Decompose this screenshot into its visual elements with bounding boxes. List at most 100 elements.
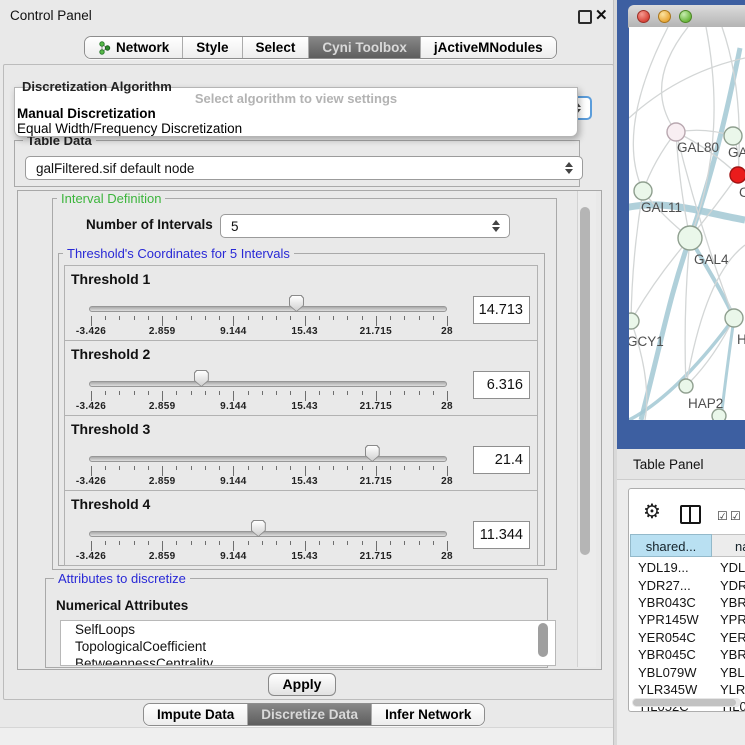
slider-tick	[233, 466, 234, 476]
cell-shared-name[interactable]: YER054C	[630, 630, 712, 645]
slider-tick	[433, 316, 434, 320]
threshold-label: Threshold 1	[71, 271, 150, 287]
slider-tick	[376, 466, 377, 476]
slider-tick-label: -3.426	[76, 401, 106, 412]
minimize-icon[interactable]	[658, 10, 671, 23]
network-node-gcy1[interactable]	[629, 313, 639, 329]
threshold-value-field[interactable]: 21.4	[473, 446, 530, 474]
threshold-value-field[interactable]: 6.316	[473, 371, 530, 399]
apply-button[interactable]: Apply	[268, 673, 336, 696]
slider-track[interactable]	[89, 531, 447, 537]
dropdown-option-equal-width-frequency[interactable]: Equal Width/Frequency Discretization	[15, 121, 577, 136]
tab-impute-data[interactable]: Impute Data	[144, 704, 247, 725]
vertical-scrollbar-thumb[interactable]	[580, 207, 590, 555]
tab-discretize-data[interactable]: Discretize Data	[247, 704, 371, 725]
cell-shared-name[interactable]: YBL079W	[630, 665, 712, 680]
network-node-label: GAL11	[641, 200, 682, 215]
attribute-list-item[interactable]: TopologicalCoefficient	[61, 638, 555, 655]
attributes-scrollbar-thumb[interactable]	[538, 623, 548, 657]
checkbox-icon[interactable]: ☑	[717, 509, 728, 523]
restore-icon[interactable]	[578, 10, 592, 24]
column-header-name[interactable]: name	[712, 534, 745, 557]
network-node-gal11[interactable]	[634, 182, 652, 200]
slider-tick	[91, 316, 92, 326]
cell-name[interactable]: YER054	[712, 630, 745, 645]
slider-tick	[105, 316, 106, 320]
cell-shared-name[interactable]: YBR043C	[630, 595, 712, 610]
close-icon[interactable]	[637, 10, 650, 23]
tab-cyni-toolbox[interactable]: Cyni Toolbox	[308, 37, 420, 58]
horizontal-scrollbar-thumb[interactable]	[633, 699, 736, 706]
cell-name[interactable]: YBR043	[712, 595, 745, 610]
network-node-node-red[interactable]	[730, 167, 745, 183]
attribute-list-item[interactable]: BetweennessCentrality	[61, 655, 555, 666]
cell-name[interactable]: YDR27	[712, 578, 745, 593]
num-intervals-combobox[interactable]: 5	[220, 214, 510, 238]
cell-name[interactable]: YDL19	[712, 560, 745, 575]
cell-shared-name[interactable]: YBR045C	[630, 647, 712, 662]
cell-name[interactable]: YLR345	[712, 682, 745, 697]
network-node-gal80[interactable]	[667, 123, 685, 141]
tab-infer-network[interactable]: Infer Network	[371, 704, 484, 725]
network-node-hap2[interactable]	[679, 379, 693, 393]
table-row[interactable]: YDR27...YDR27	[630, 576, 745, 593]
cell-shared-name[interactable]: YPR145W	[630, 612, 712, 627]
slider-tick-label: -3.426	[76, 551, 106, 562]
network-node-label: GA	[728, 145, 745, 160]
slider-tick	[162, 391, 163, 401]
gear-icon[interactable]: ⚙	[643, 499, 661, 524]
tab-jactivemnodules[interactable]: jActiveMNodules	[420, 37, 556, 58]
slider-tick	[276, 466, 277, 470]
table-row[interactable]: YDL19...YDL19	[630, 559, 745, 576]
cell-shared-name[interactable]: YDL19...	[630, 560, 712, 575]
dropdown-option-manual-discretization[interactable]: Manual Discretization	[15, 106, 577, 121]
slider-tick	[447, 541, 448, 551]
slider-tick	[119, 541, 120, 545]
network-canvas[interactable]: GAL80GACGAL11GAL4GCY1HHAP2	[629, 27, 745, 420]
network-node-h[interactable]	[725, 309, 743, 327]
table-row[interactable]: YBL079WYBL079	[630, 663, 745, 680]
slider-tick	[219, 316, 220, 320]
slider-track[interactable]	[89, 456, 447, 462]
network-node-gal4[interactable]	[678, 226, 702, 250]
table-row[interactable]: YER054CYER054	[630, 629, 745, 646]
panel-title: Control Panel	[10, 8, 92, 23]
slider-tick	[305, 541, 306, 551]
close-icon[interactable]: ✕	[595, 6, 608, 24]
tab-style[interactable]: Style	[182, 37, 241, 58]
slider-tick	[447, 316, 448, 326]
network-node-node-top-right[interactable]	[724, 127, 742, 145]
slider-tick	[404, 316, 405, 320]
cell-name[interactable]: YPR145	[712, 612, 745, 627]
table-row[interactable]: YBR045CYBR045	[630, 646, 745, 663]
tab-select[interactable]: Select	[242, 37, 309, 58]
horizontal-scrollbar[interactable]	[632, 698, 741, 707]
columns-icon[interactable]	[680, 505, 701, 524]
table-data-combobox[interactable]: galFiltered.sif default node	[25, 156, 583, 180]
column-header-shared-name[interactable]: shared...	[630, 534, 712, 557]
threshold-value-field[interactable]: 14.713	[473, 296, 530, 324]
slider-tick	[205, 391, 206, 395]
threshold-value-field[interactable]: 11.344	[473, 521, 530, 549]
slider-tick	[233, 391, 234, 401]
threshold-row: Threshold 3-3.4262.8599.14415.4321.71528…	[64, 415, 538, 491]
cell-shared-name[interactable]: YDR27...	[630, 578, 712, 593]
checkbox-icon[interactable]: ☑	[730, 509, 741, 523]
network-window-titlebar[interactable]	[628, 5, 745, 28]
cell-name[interactable]: YBR045	[712, 647, 745, 662]
slider-tick	[262, 391, 263, 395]
cell-shared-name[interactable]: YLR345W	[630, 682, 712, 697]
threshold-row: Threshold 1-3.4262.8599.14415.4321.71528…	[64, 265, 538, 341]
table-row[interactable]: YPR145WYPR145	[630, 611, 745, 628]
slider-tick	[105, 466, 106, 470]
attribute-list-item[interactable]: SelfLoops	[61, 621, 555, 638]
slider-track[interactable]	[89, 381, 447, 387]
zoom-icon[interactable]	[679, 10, 692, 23]
slider-tick-label: 9.144	[220, 476, 247, 487]
table-row[interactable]: YBR043CYBR043	[630, 594, 745, 611]
cell-name[interactable]: YBL079	[712, 665, 745, 680]
tab-network[interactable]: Network	[85, 37, 182, 58]
table-row[interactable]: YLR345WYLR345	[630, 681, 745, 698]
tab-label: Select	[256, 40, 296, 55]
slider-track[interactable]	[89, 306, 447, 312]
